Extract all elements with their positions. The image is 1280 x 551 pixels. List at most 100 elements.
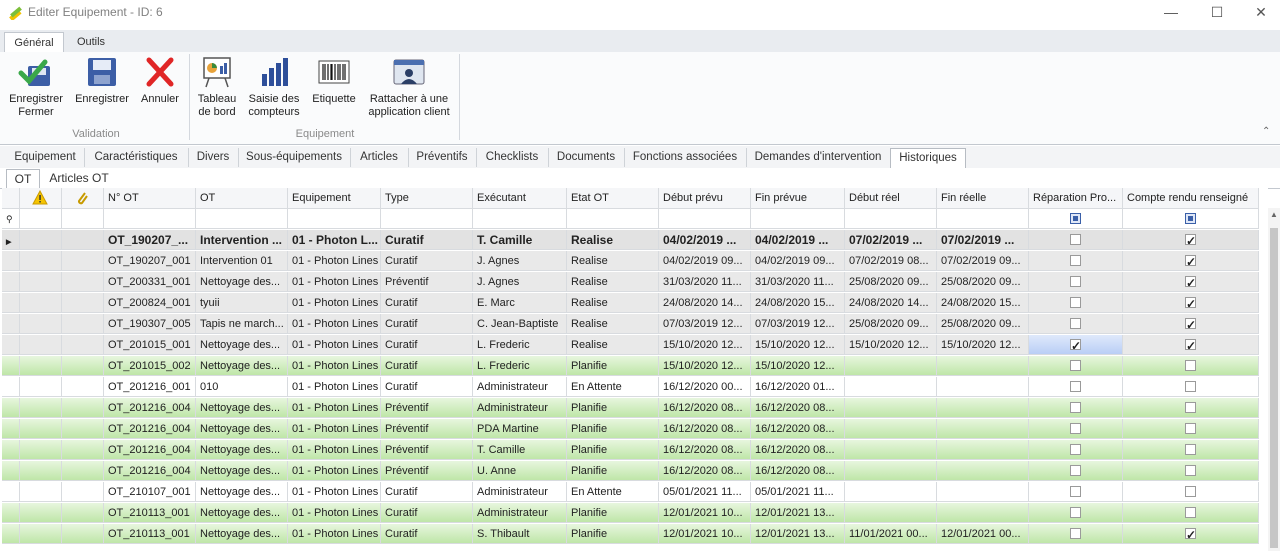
table-row[interactable]: OT_201216_004 Nettoyage des... 01 - Photon… [2,398,1259,419]
table-cell[interactable] [845,377,937,397]
table-cell[interactable]: PDA Martine [473,419,567,439]
table-cell[interactable] [937,482,1029,502]
column-header[interactable]: Fin réelle [937,188,1029,209]
reparation-cell[interactable] [1029,356,1123,376]
table-cell[interactable]: Administrateur [473,377,567,397]
table-cell[interactable]: Préventif [381,440,473,460]
table-cell[interactable]: OT_190207_001 [104,251,196,271]
table-cell[interactable]: Curatif [381,356,473,376]
table-cell[interactable]: 07/02/2019 ... [845,230,937,250]
column-header[interactable]: Compte rendu renseigné [1123,188,1259,209]
table-cell[interactable]: Curatif [381,503,473,523]
reparation-cell[interactable] [1029,314,1123,334]
reparation-cell[interactable] [1029,461,1123,481]
tab-articles[interactable]: Articles [350,148,409,167]
table-row[interactable]: ▶ OT_190207_... Intervention ... 01 - Photo… [2,230,1259,251]
minimize-button[interactable]: — [1148,0,1194,24]
compte-rendu-checkbox[interactable] [1185,336,1196,354]
table-cell[interactable]: 16/12/2020 08... [751,419,845,439]
save-button[interactable]: Enregistrer [72,54,132,106]
table-cell[interactable]: 01 - Photon Lines [288,377,381,397]
scroll-up-icon[interactable]: ▲ [1270,210,1278,219]
row-indicator[interactable] [2,482,20,502]
table-cell[interactable]: 11/01/2021 00... [845,524,937,544]
table-cell[interactable]: Planifie [567,524,659,544]
table-cell[interactable]: Curatif [381,293,473,313]
reparation-checkbox[interactable] [1070,360,1081,371]
compte-rendu-checkbox[interactable] [1185,273,1196,291]
close-button[interactable]: ✕ [1238,0,1280,24]
row-indicator[interactable] [2,356,20,376]
table-cell[interactable]: 07/02/2019 ... [937,230,1029,250]
filter-cell[interactable] [288,209,381,229]
table-row[interactable]: OT_200824_001 tyuii 01 - Photon Lines Curat… [2,293,1259,314]
table-cell[interactable]: Administrateur [473,398,567,418]
column-header[interactable]: Exécutant [473,188,567,209]
table-cell[interactable]: Realise [567,251,659,271]
filter-cell[interactable] [196,209,288,229]
row-indicator[interactable] [2,461,20,481]
table-row[interactable]: OT_201216_004 Nettoyage des... 01 - Photon… [2,419,1259,440]
row-indicator[interactable] [2,251,20,271]
compte-rendu-cell[interactable] [1123,230,1259,250]
table-cell[interactable]: U. Anne [473,461,567,481]
table-row[interactable]: OT_201216_001 010 01 - Photon Lines Curatif… [2,377,1259,398]
table-cell[interactable]: 16/12/2020 00... [659,377,751,397]
table-cell[interactable]: Curatif [381,230,473,250]
grid-header-row[interactable]: N° OT OT Equipement Type Exécutant Etat OT Déb… [2,188,1259,209]
maximize-button[interactable]: ☐ [1194,0,1240,24]
table-cell[interactable] [845,419,937,439]
table-cell[interactable]: 16/12/2020 08... [659,440,751,460]
table-cell[interactable]: Planifie [567,461,659,481]
table-cell[interactable]: 24/08/2020 14... [845,293,937,313]
table-cell[interactable]: 05/01/2021 11... [659,482,751,502]
table-cell[interactable]: Nettoyage des... [196,503,288,523]
table-cell[interactable]: 24/08/2020 15... [937,293,1029,313]
compte-rendu-checkbox[interactable] [1185,231,1196,249]
reparation-checkbox[interactable] [1070,297,1081,308]
table-cell[interactable] [845,356,937,376]
table-cell[interactable]: Planifie [567,440,659,460]
row-indicator[interactable] [2,524,20,544]
reparation-cell[interactable] [1029,440,1123,460]
table-row[interactable]: OT_190307_005 Tapis ne march... 01 - Photo… [2,314,1259,335]
table-cell[interactable]: 01 - Photon Lines [288,503,381,523]
column-header[interactable]: Début réel [845,188,937,209]
table-cell[interactable]: Préventif [381,398,473,418]
filter-checkbox[interactable] [1070,213,1081,224]
attach-client-button[interactable]: Rattacher à une application client [364,54,454,119]
table-cell[interactable]: Nettoyage des... [196,356,288,376]
filter-cell[interactable] [381,209,473,229]
table-cell[interactable]: Realise [567,230,659,250]
table-cell[interactable]: 25/08/2020 09... [845,272,937,292]
table-cell[interactable]: OT_201216_004 [104,461,196,481]
table-cell[interactable]: OT_210113_001 [104,503,196,523]
filter-cell[interactable] [567,209,659,229]
collapse-ribbon-icon[interactable]: ⌃ [1262,126,1274,138]
compte-rendu-cell[interactable] [1123,482,1259,502]
table-cell[interactable] [937,461,1029,481]
subtab-ot[interactable]: OT [6,169,40,189]
table-cell[interactable]: 31/03/2020 11... [659,272,751,292]
row-indicator[interactable] [2,503,20,523]
table-cell[interactable] [937,356,1029,376]
compte-rendu-cell[interactable] [1123,419,1259,439]
table-cell[interactable]: OT_200824_001 [104,293,196,313]
filter-cell[interactable] [62,209,104,229]
reparation-cell[interactable] [1029,482,1123,502]
reparation-checkbox[interactable] [1070,318,1081,329]
filter-cell[interactable] [845,209,937,229]
column-header[interactable]: N° OT [104,188,196,209]
table-cell[interactable]: 24/08/2020 14... [659,293,751,313]
row-indicator[interactable] [2,314,20,334]
table-row[interactable]: OT_210107_001 Nettoyage des... 01 - Photon… [2,482,1259,503]
compte-rendu-checkbox[interactable] [1185,294,1196,312]
table-cell[interactable] [845,440,937,460]
table-cell[interactable] [845,461,937,481]
table-cell[interactable]: Tapis ne march... [196,314,288,334]
filter-checkbox[interactable] [1185,213,1196,224]
table-cell[interactable]: 25/08/2020 09... [845,314,937,334]
table-cell[interactable]: E. Marc [473,293,567,313]
compte-rendu-checkbox[interactable] [1185,381,1196,392]
table-cell[interactable]: 25/08/2020 09... [937,314,1029,334]
